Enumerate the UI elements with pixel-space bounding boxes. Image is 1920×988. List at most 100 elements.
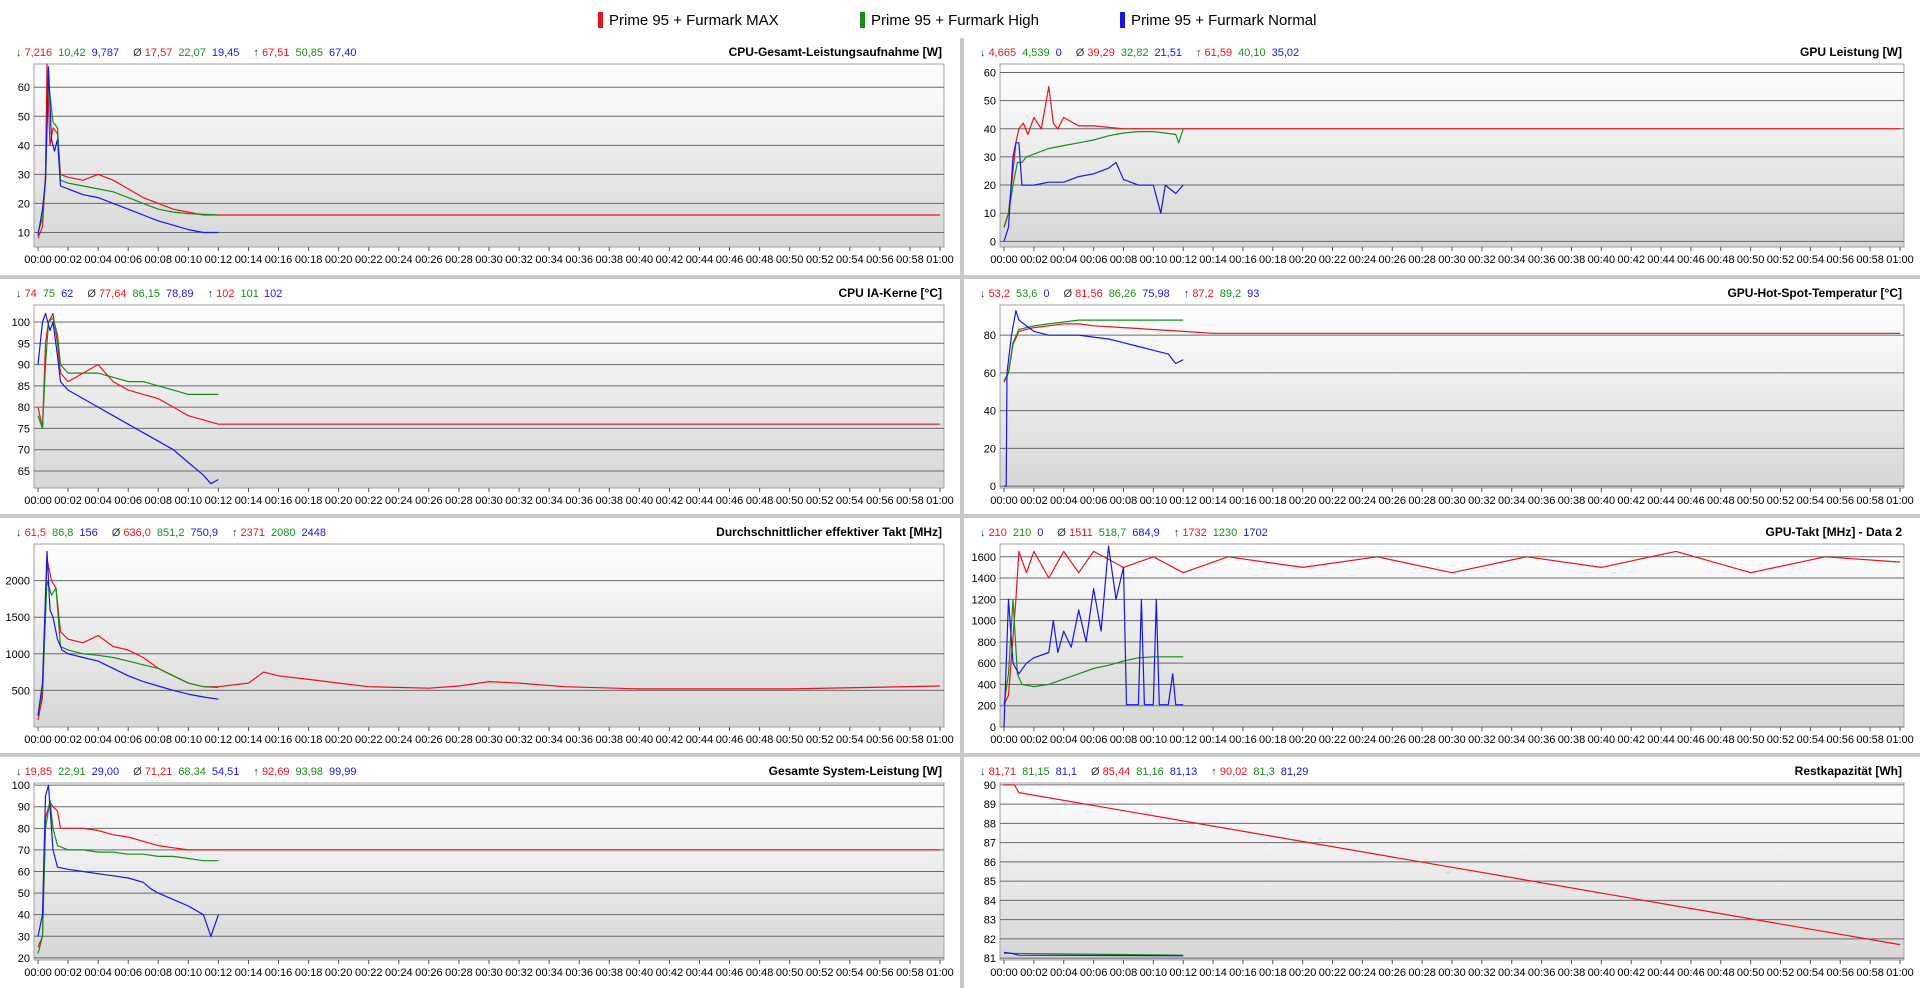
x-tick-label: 00:16 (265, 967, 293, 979)
x-tick-label: 00:22 (1319, 734, 1347, 746)
x-tick-label: 00:52 (1767, 734, 1795, 746)
legend-item-high[interactable]: Prime 95 + Furmark High (860, 10, 1039, 30)
x-tick-label: 00:42 (656, 734, 684, 746)
y-tick-label: 0 (990, 481, 996, 493)
stats-symbol: Ø (1076, 47, 1088, 59)
x-tick-label: 00:46 (1677, 495, 1705, 507)
chart-panel: ↓ 81,71 81,15 81,1 Ø 85,44 81,16 81,13 ↑ 90,02… (964, 757, 1920, 988)
x-tick-label: 00:56 (866, 254, 894, 266)
x-tick-label: 00:48 (746, 495, 774, 507)
x-tick-label: 00:38 (596, 734, 624, 746)
x-tick-label: 00:26 (1379, 495, 1407, 507)
x-tick-label: 00:56 (866, 734, 894, 746)
x-tick-label: 00:52 (1767, 254, 1795, 266)
stats-value-min-high: 86,8 (52, 527, 73, 539)
y-tick-label: 20 (984, 443, 996, 455)
stats-value-max-normal: 35,02 (1272, 47, 1300, 59)
x-tick-label: 00:38 (1558, 254, 1586, 266)
y-tick-label: 83 (984, 915, 996, 927)
chart-panel: ↓ 74 75 62 Ø 77,64 86,15 78,89 ↑ 102 101 102 CPU … (0, 279, 960, 516)
x-tick-label: 00:44 (686, 734, 714, 746)
chart-panel: ↓ 19,85 22,91 29,00 Ø 71,21 68,34 54,51 ↑ 92,6… (0, 757, 960, 988)
stats-value-min-normal: 29,00 (92, 766, 120, 778)
x-tick-label: 00:00 (990, 254, 1018, 266)
stats-readout: ↓ 74 75 62 Ø 77,64 86,15 78,89 ↑ 102 101 102 (16, 288, 282, 300)
x-tick-label: 00:30 (475, 734, 503, 746)
legend-swatch-max (598, 12, 603, 28)
y-tick-label: 87 (984, 838, 996, 850)
x-tick-label: 00:18 (295, 254, 323, 266)
y-tick-label: 30 (18, 931, 30, 943)
chart-title: Gesamte System-Leistung [W] (769, 764, 942, 778)
x-tick-label: 00:38 (596, 254, 624, 266)
x-tick-label: 00:36 (565, 967, 593, 979)
legend-label-high: Prime 95 + Furmark High (871, 11, 1039, 29)
chart-panel: ↓ 210 210 0 Ø 1511 518,7 684,9 ↑ 1732 1230 1702 G… (964, 518, 1920, 755)
x-tick-label: 00:14 (235, 734, 263, 746)
y-tick-label: 500 (12, 685, 30, 697)
x-tick-label: 00:28 (1408, 495, 1436, 507)
x-tick-label: 00:04 (84, 254, 112, 266)
legend-item-normal[interactable]: Prime 95 + Furmark Normal (1120, 10, 1316, 30)
x-tick-label: 00:24 (1349, 967, 1377, 979)
x-tick-label: 00:18 (1259, 967, 1287, 979)
x-tick-label: 01:00 (926, 254, 954, 266)
stats-value-max-high: 89,2 (1220, 288, 1241, 300)
legend-label-max: Prime 95 + Furmark MAX (609, 11, 779, 29)
stats-symbol: ↑ (1184, 288, 1193, 300)
chart-svg: ↓ 81,71 81,15 81,1 Ø 85,44 81,16 81,13 ↑ 90,02… (980, 764, 1914, 979)
x-tick-label: 00:44 (1647, 967, 1675, 979)
x-tick-label: 00:10 (175, 495, 203, 507)
x-tick-label: 00:36 (565, 734, 593, 746)
x-tick-label: 00:06 (1080, 734, 1108, 746)
x-tick-label: 00:30 (475, 967, 503, 979)
x-tick-label: 00:08 (145, 967, 173, 979)
x-tick-label: 00:26 (415, 254, 443, 266)
stats-value-min-max: 74 (25, 288, 37, 300)
x-tick-label: 00:08 (145, 254, 173, 266)
x-tick-label: 00:00 (990, 967, 1018, 979)
x-tick-label: 00:04 (1050, 734, 1078, 746)
y-tick-label: 0 (990, 722, 996, 734)
chart-svg: ↓ 7,216 10,42 9,787 Ø 17,57 22,07 19,45 ↑ 67,5… (16, 45, 954, 266)
stats-value-max-high: 101 (240, 288, 258, 300)
x-tick-label: 00:24 (385, 967, 413, 979)
chart-title: CPU IA-Kerne [°C] (839, 286, 942, 300)
stats-value-min-high: 4,539 (1022, 47, 1050, 59)
stats-value-avg-max: 81,56 (1075, 288, 1103, 300)
x-tick-label: 00:42 (656, 495, 684, 507)
y-tick-label: 90 (18, 360, 30, 372)
x-tick-label: 00:46 (1677, 254, 1705, 266)
x-tick-label: 00:46 (716, 254, 744, 266)
y-tick-label: 20 (984, 180, 996, 192)
stats-value-max-max: 61,59 (1205, 47, 1233, 59)
legend-swatch-high (860, 12, 865, 28)
x-tick-label: 00:06 (1080, 967, 1108, 979)
y-tick-label: 85 (18, 381, 30, 393)
y-tick-label: 80 (18, 823, 30, 835)
x-tick-label: 00:04 (84, 495, 112, 507)
stats-value-avg-max: 71,21 (145, 766, 173, 778)
x-tick-label: 00:34 (535, 254, 563, 266)
x-tick-label: 00:38 (596, 967, 624, 979)
x-tick-label: 00:16 (265, 734, 293, 746)
x-tick-label: 00:26 (415, 734, 443, 746)
y-tick-label: 100 (12, 317, 30, 329)
x-tick-label: 00:16 (1229, 495, 1257, 507)
stats-value-avg-max: 17,57 (145, 47, 173, 59)
x-tick-label: 00:44 (686, 967, 714, 979)
x-tick-label: 00:50 (776, 734, 804, 746)
legend-item-max[interactable]: Prime 95 + Furmark MAX (598, 10, 779, 30)
stats-readout: ↓ 53,2 53,6 0 Ø 81,56 86,26 75,98 ↑ 87,2 89,2 93 (980, 288, 1259, 300)
x-tick-label: 00:12 (1169, 495, 1197, 507)
x-tick-label: 00:56 (1827, 734, 1855, 746)
x-tick-label: 00:56 (1827, 495, 1855, 507)
y-tick-label: 2000 (6, 576, 30, 588)
stats-value-max-max: 2371 (241, 527, 265, 539)
x-tick-label: 00:26 (1379, 967, 1407, 979)
stats-symbol: Ø (1057, 527, 1069, 539)
stats-readout: ↓ 4,665 4,539 0 Ø 39,29 32,82 21,51 ↑ 61,59 40,… (980, 47, 1299, 59)
x-tick-label: 00:04 (1050, 967, 1078, 979)
x-tick-label: 00:30 (475, 254, 503, 266)
x-tick-label: 00:58 (896, 254, 924, 266)
